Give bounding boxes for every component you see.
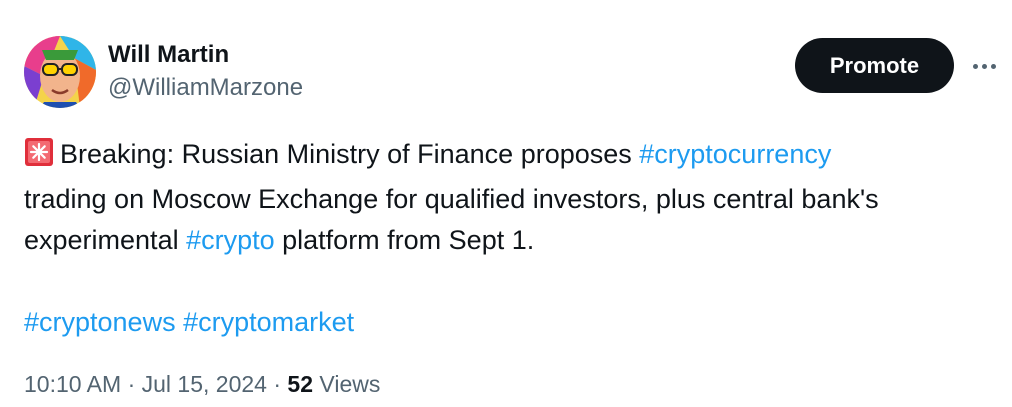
author-name[interactable]: Will Martin (108, 40, 303, 70)
tweet-line: trading on Moscow Exchange for qualified… (24, 179, 994, 220)
meta-separator: · (127, 371, 136, 397)
tweet-text: Breaking: Russian Ministry of Finance pr… (24, 134, 994, 343)
siren-emoji-icon (24, 137, 54, 179)
more-dots-icon (990, 63, 996, 69)
views-count: 52 (287, 371, 314, 397)
tweet-time[interactable]: 10:10 AM (24, 371, 121, 397)
more-dots-icon (972, 63, 978, 69)
more-dots-icon (981, 63, 987, 69)
tweet-line3-prefix: experimental (24, 225, 187, 255)
views-label: Views (319, 371, 381, 397)
tweet-line3-suffix: platform from Sept 1. (274, 225, 535, 255)
tweet-line: experimental #crypto platform from Sept … (24, 220, 994, 261)
author-handle[interactable]: @WilliamMarzone (108, 73, 303, 103)
tweet-line: Breaking: Russian Ministry of Finance pr… (24, 134, 994, 179)
promote-button[interactable]: Promote (795, 38, 954, 93)
hashtag-link[interactable]: #cryptocurrency (639, 139, 831, 169)
meta-separator: · (273, 371, 282, 397)
tweet-line2-text: trading on Moscow Exchange for qualified… (24, 184, 879, 214)
tweet-line1-text: Breaking: Russian Ministry of Finance pr… (60, 139, 640, 169)
tweet-card: Will Martin @WilliamMarzone Promote Brea… (0, 0, 1012, 407)
tweet-hashtags-line: #cryptonews #cryptomarket (24, 302, 994, 343)
avatar[interactable] (24, 36, 96, 108)
more-options-button[interactable] (964, 48, 1004, 84)
hashtag-link[interactable]: #cryptomarket (183, 307, 354, 337)
tweet-date[interactable]: Jul 15, 2024 (142, 371, 267, 397)
author-block: Will Martin @WilliamMarzone (108, 40, 303, 103)
tweet-meta: 10:10 AM · Jul 15, 2024 · 52 Views (24, 369, 380, 399)
hashtag-link[interactable]: #cryptonews (24, 307, 176, 337)
hashtag-link[interactable]: #crypto (186, 225, 275, 255)
